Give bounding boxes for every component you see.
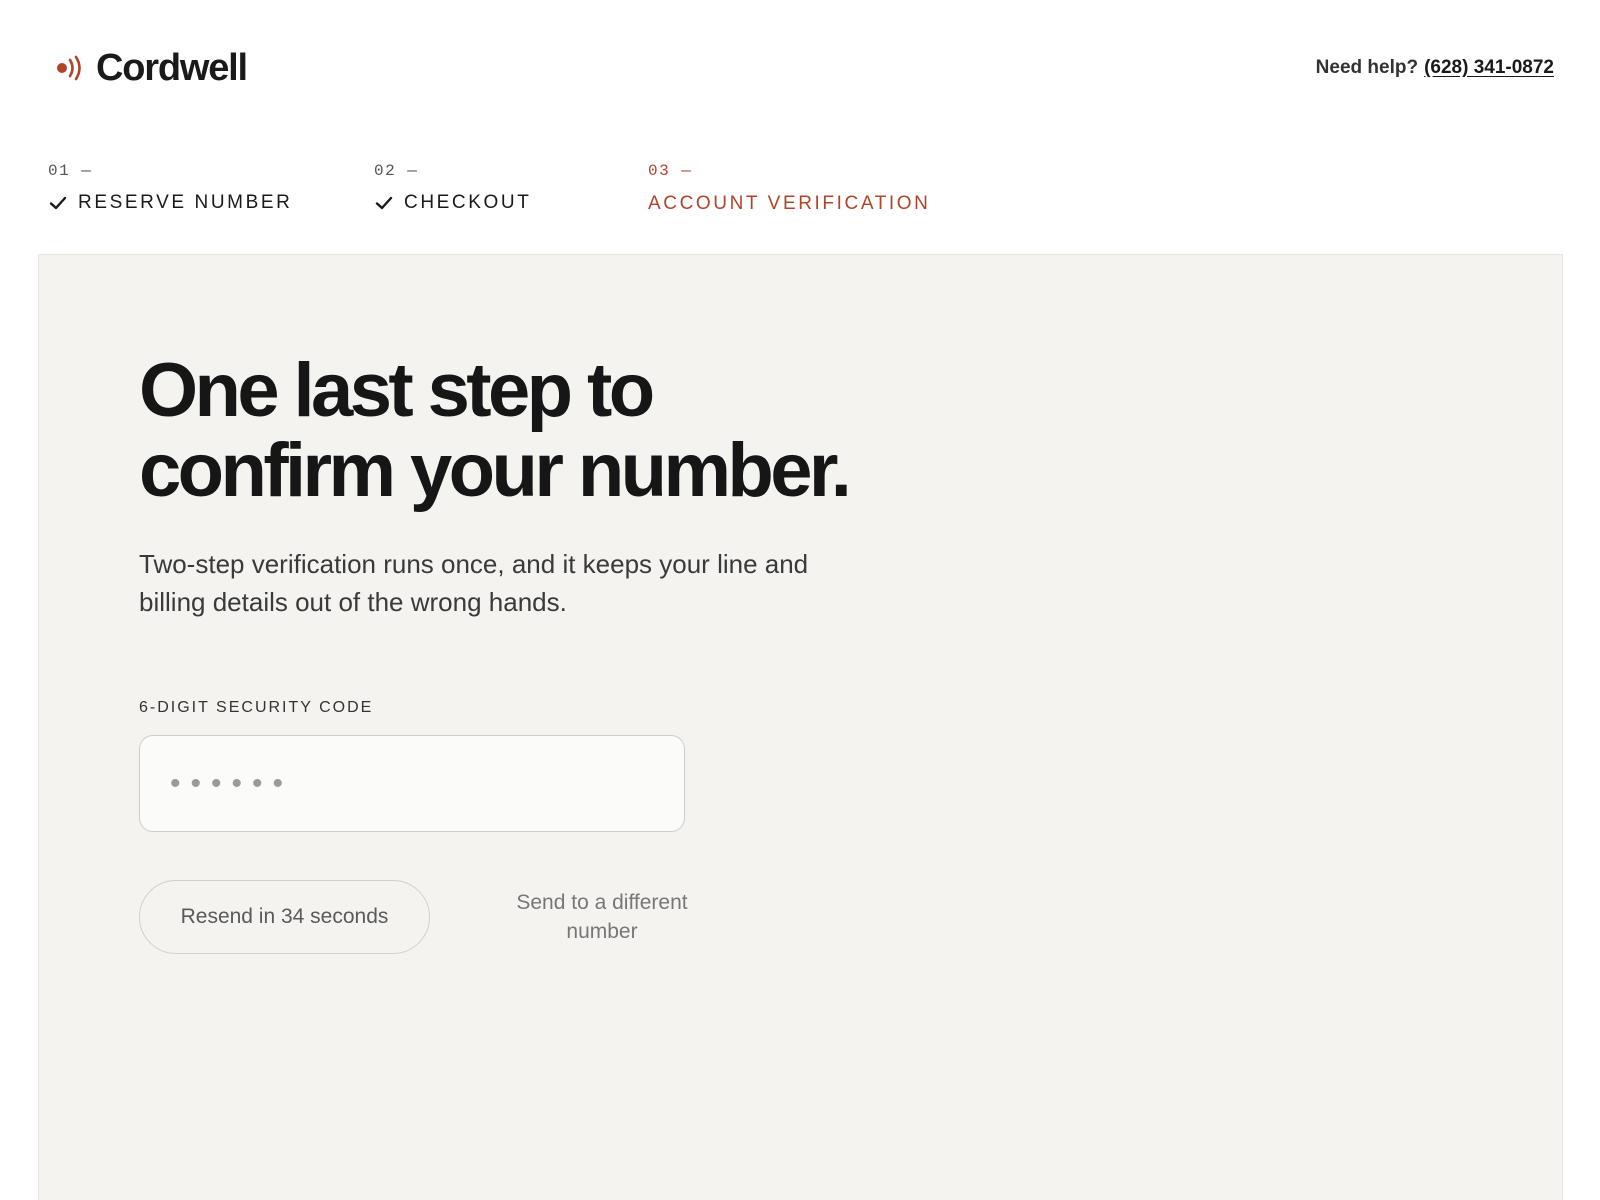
help-label: Need help? bbox=[1315, 57, 1419, 78]
step-label: ACCOUNT VERIFICATION bbox=[648, 193, 931, 214]
step-row: ACCOUNT VERIFICATION bbox=[648, 193, 930, 215]
page-subtitle: Two-step verification runs once, and it … bbox=[139, 549, 809, 617]
progress-stepper: 01 — RESERVE NUMBER 02 — CHECKOUT 03 — A… bbox=[48, 162, 1552, 222]
verification-panel: One last step to confirm your number. Tw… bbox=[38, 254, 1563, 1200]
help-phone-link[interactable]: (628) 341-0872 bbox=[1424, 57, 1554, 79]
help-contact: Need help? (628) 341-0872 bbox=[1316, 57, 1554, 79]
step-checkout: 02 — CHECKOUT bbox=[374, 162, 531, 214]
resend-code-button[interactable]: Resend in 34 seconds bbox=[139, 880, 430, 954]
verification-page: Cordwell Need help? (628) 341-0872 01 — … bbox=[0, 0, 1600, 1200]
step-label: CHECKOUT bbox=[404, 192, 532, 213]
code-actions: Resend in 34 seconds Send to a different… bbox=[139, 880, 899, 954]
send-to-different-number-link[interactable]: Send to a different number bbox=[510, 888, 694, 946]
step-row: CHECKOUT bbox=[374, 192, 531, 214]
check-icon bbox=[375, 196, 393, 210]
brand-logo-link[interactable]: Cordwell bbox=[54, 46, 248, 90]
page-title: One last step to confirm your number. bbox=[139, 351, 899, 511]
check-icon bbox=[49, 196, 67, 210]
top-header: Cordwell Need help? (628) 341-0872 bbox=[54, 40, 1554, 96]
step-row: RESERVE NUMBER bbox=[48, 192, 292, 214]
title-line-2: confirm your number. bbox=[139, 428, 852, 513]
step-number: 02 — bbox=[374, 162, 419, 180]
step-account-verification: 03 — ACCOUNT VERIFICATION bbox=[648, 162, 930, 215]
verification-content: One last step to confirm your number. Tw… bbox=[139, 351, 899, 954]
security-code-label: 6-DIGIT SECURITY CODE bbox=[139, 699, 374, 716]
brand-name: Cordwell bbox=[96, 46, 248, 89]
step-number: 01 — bbox=[48, 162, 93, 180]
step-reserve-number: 01 — RESERVE NUMBER bbox=[48, 162, 292, 214]
title-line-1: One last step to bbox=[139, 348, 655, 433]
security-code-input[interactable] bbox=[139, 735, 685, 832]
sound-waves-icon bbox=[57, 55, 81, 81]
step-number: 03 — bbox=[648, 162, 693, 180]
step-label: RESERVE NUMBER bbox=[78, 192, 293, 213]
